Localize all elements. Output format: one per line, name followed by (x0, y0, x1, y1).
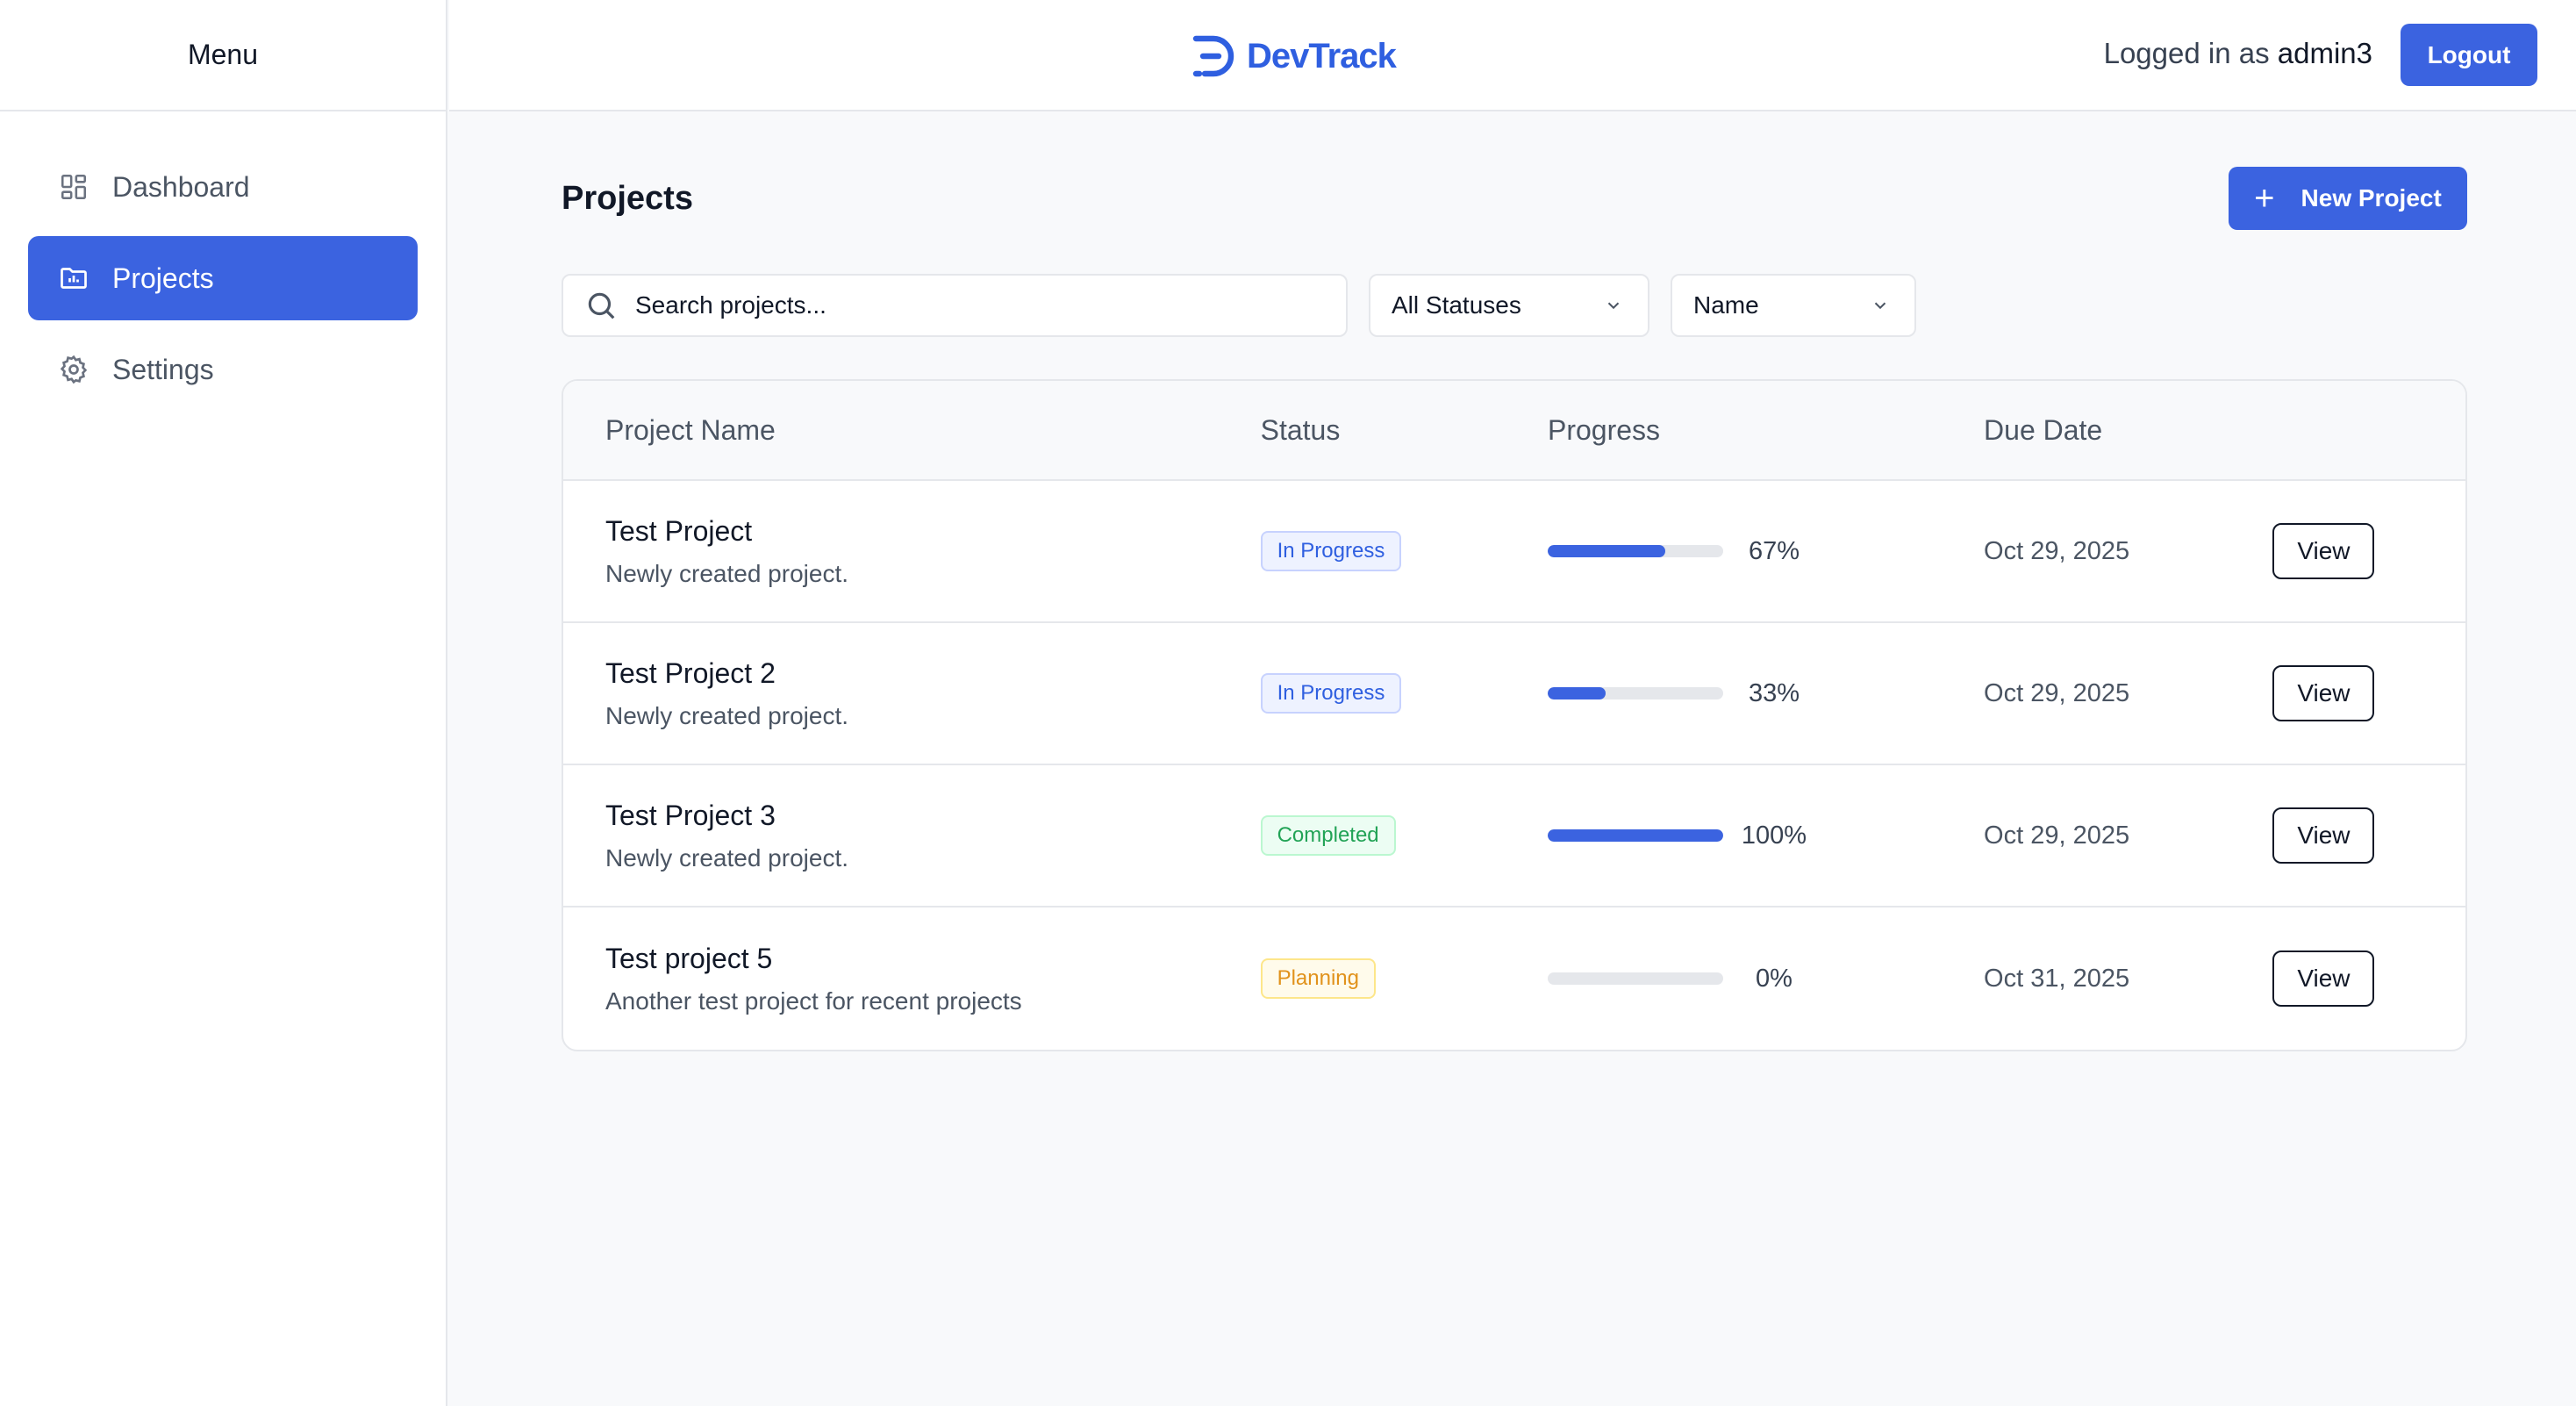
progress-bar (1547, 829, 1723, 842)
progress-fill (1547, 829, 1723, 842)
progress-percent: 0% (1756, 964, 1792, 993)
sidebar: Menu Dashboard Projects Settings (0, 0, 447, 1406)
folder-chart-icon (58, 262, 89, 294)
due-date: Oct 29, 2025 (1984, 821, 2130, 850)
sidebar-item-dashboard[interactable]: Dashboard (28, 145, 418, 229)
logged-in-prefix: Logged in as (2103, 37, 2270, 69)
search-input[interactable] (635, 291, 1320, 319)
view-button[interactable]: View (2272, 523, 2375, 579)
project-name: Test project 5 (605, 942, 773, 974)
column-header-name: Project Name (605, 413, 776, 446)
table-row: Test Project 2 Newly created project. In… (563, 623, 2465, 765)
sidebar-item-settings[interactable]: Settings (28, 327, 418, 412)
progress-fill (1547, 545, 1665, 557)
filters-bar: All Statuses Name (562, 274, 2467, 337)
search-box[interactable] (562, 274, 1348, 337)
gear-icon (58, 354, 89, 385)
sort-select[interactable]: Name (1671, 274, 1916, 337)
column-header-status: Status (1260, 413, 1341, 446)
progress-fill (1547, 687, 1606, 699)
due-date: Oct 29, 2025 (1984, 678, 2130, 707)
status-badge: In Progress (1260, 673, 1402, 714)
table-row: Test project 5 Another test project for … (563, 907, 2465, 1050)
table-header: Project Name Status Progress Due Date (563, 381, 2465, 481)
project-description: Another test project for recent projects (605, 986, 1022, 1015)
project-name: Test Project 2 (605, 656, 776, 689)
progress-percent: 67% (1748, 536, 1800, 565)
due-date: Oct 31, 2025 (1984, 964, 2130, 993)
progress-percent: 33% (1748, 678, 1800, 707)
view-button[interactable]: View (2272, 950, 2375, 1007)
new-project-button[interactable]: + New Project (2229, 167, 2467, 230)
project-description: Newly created project. (605, 843, 849, 872)
devtrack-logo-icon (1192, 35, 1234, 77)
top-header: DevTrack Logged in as admin3 Logout (449, 0, 2576, 111)
new-project-label: New Project (2301, 184, 2442, 212)
page-title: Projects (562, 179, 693, 217)
due-date: Oct 29, 2025 (1984, 536, 2130, 565)
progress-bar (1547, 545, 1723, 557)
project-description: Newly created project. (605, 559, 849, 587)
view-button[interactable]: View (2272, 665, 2375, 721)
status-badge: In Progress (1260, 531, 1402, 571)
progress-bar (1547, 972, 1723, 985)
status-badge: Completed (1260, 815, 1396, 856)
search-icon (588, 292, 615, 319)
column-header-due-date: Due Date (1984, 413, 2103, 446)
sidebar-item-projects[interactable]: Projects (28, 236, 418, 320)
sidebar-heading: Menu (0, 0, 446, 111)
project-description: Newly created project. (605, 701, 849, 729)
status-filter-value: All Statuses (1392, 291, 1521, 319)
project-name: Test Project (605, 514, 753, 547)
progress-bar (1547, 687, 1723, 699)
sidebar-item-label: Dashboard (112, 170, 250, 203)
status-filter-select[interactable]: All Statuses (1369, 274, 1649, 337)
brand-name: DevTrack (1247, 36, 1397, 75)
dashboard-icon (58, 171, 89, 203)
sidebar-nav: Dashboard Projects Settings (0, 111, 446, 412)
logout-button[interactable]: Logout (2401, 24, 2537, 86)
table-row: Test Project 3 Newly created project. Co… (563, 765, 2465, 907)
user-info: Logged in as admin3 (2104, 37, 2372, 70)
sort-value: Name (1693, 291, 1759, 319)
view-button[interactable]: View (2272, 807, 2375, 864)
main-content: Projects + New Project All Statuses Name… (562, 167, 2467, 1051)
title-row: Projects + New Project (562, 167, 2467, 230)
sidebar-item-label: Settings (112, 353, 214, 385)
status-badge: Planning (1260, 958, 1377, 999)
username: admin3 (2277, 37, 2372, 69)
sidebar-item-label: Projects (112, 262, 214, 294)
progress-percent: 100% (1741, 821, 1807, 850)
chevron-down-icon (1607, 302, 1620, 310)
projects-table: Project Name Status Progress Due Date Te… (562, 379, 2467, 1051)
project-name: Test Project 3 (605, 799, 776, 831)
chevron-down-icon (1874, 302, 1886, 310)
column-header-progress: Progress (1547, 413, 1661, 446)
table-row: Test Project Newly created project. In P… (563, 481, 2465, 623)
brand-logo[interactable]: DevTrack (1191, 33, 1397, 79)
plus-icon: + (2254, 179, 2275, 218)
